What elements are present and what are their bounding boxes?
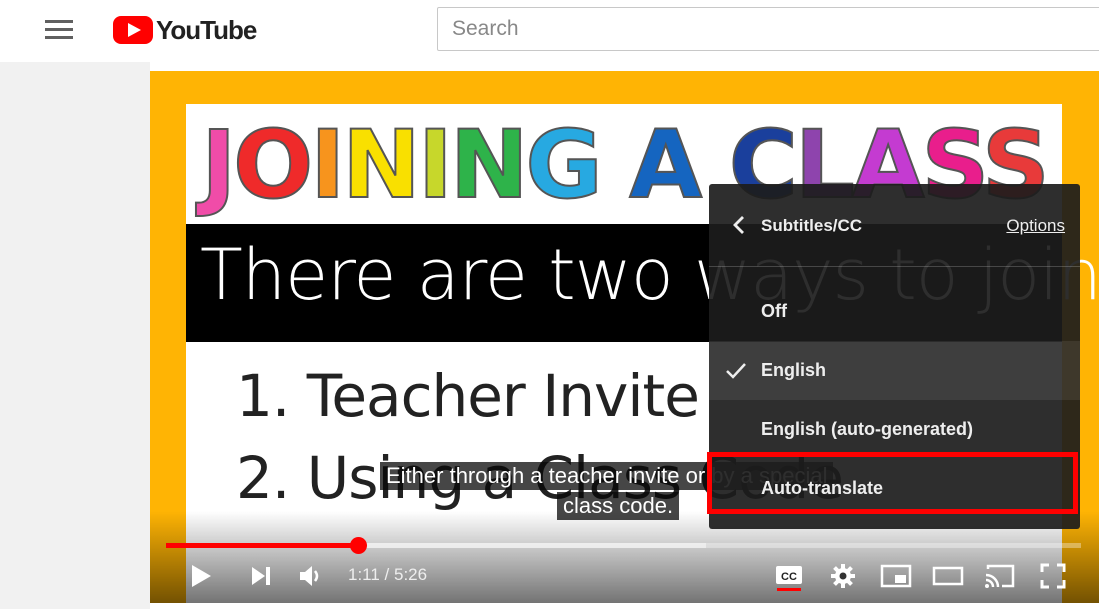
slide-title-letter: I bbox=[417, 110, 454, 221]
menu-icon[interactable] bbox=[45, 20, 73, 40]
cast-button[interactable] bbox=[982, 559, 1018, 593]
svg-text:CC: CC bbox=[781, 571, 797, 583]
masthead: YouTube bbox=[0, 0, 1099, 62]
slide-title-letter: N bbox=[341, 110, 422, 221]
menu-item-label: Off bbox=[761, 301, 787, 321]
subtitles-button[interactable]: CC bbox=[772, 559, 806, 593]
slide-title-letter: N bbox=[449, 110, 530, 221]
search-input[interactable] bbox=[437, 7, 1099, 51]
menu-item-off[interactable]: Off bbox=[709, 282, 1080, 341]
chevron-left-icon[interactable] bbox=[729, 214, 751, 236]
youtube-logo[interactable]: YouTube bbox=[113, 14, 257, 45]
fullscreen-button[interactable] bbox=[1036, 559, 1070, 593]
play-icon bbox=[192, 565, 211, 587]
slide-title-letter: G bbox=[524, 110, 603, 221]
menu-item-auto-translate[interactable]: Auto-translate bbox=[709, 459, 1080, 518]
left-gutter bbox=[0, 62, 150, 609]
play-button[interactable] bbox=[186, 559, 216, 593]
menu-item-english-auto-generated[interactable]: English (auto-generated) bbox=[709, 400, 1080, 459]
next-button[interactable] bbox=[246, 559, 276, 593]
slide-title-letter: A bbox=[628, 110, 703, 221]
progress-played bbox=[166, 543, 359, 548]
cc-icon: CC bbox=[776, 566, 802, 591]
menu-header: Subtitles/CC Options bbox=[709, 184, 1080, 267]
subtitles-settings-menu: Subtitles/CC Options Off English English… bbox=[709, 184, 1080, 529]
volume-button[interactable] bbox=[296, 559, 326, 593]
slide-title-letter: O bbox=[232, 110, 314, 221]
youtube-logo-icon bbox=[113, 16, 153, 44]
fullscreen-icon bbox=[1040, 563, 1066, 589]
menu-item-label: English (auto-generated) bbox=[761, 419, 974, 439]
cast-icon bbox=[985, 564, 1015, 588]
menu-options-link[interactable]: Options bbox=[1006, 216, 1065, 236]
menu-item-english[interactable]: English bbox=[709, 341, 1080, 400]
next-icon bbox=[252, 567, 270, 585]
menu-item-label: English bbox=[761, 360, 827, 380]
slide-title-letter: J bbox=[200, 110, 237, 221]
slide-title-letter: I bbox=[309, 110, 346, 221]
checkmark-icon bbox=[726, 363, 746, 379]
volume-icon bbox=[300, 566, 319, 586]
miniplayer-button[interactable] bbox=[878, 559, 914, 593]
caption-line-2: class code. bbox=[557, 492, 680, 520]
theater-mode-icon bbox=[932, 566, 964, 586]
theater-mode-button[interactable] bbox=[930, 559, 966, 593]
settings-gear-icon bbox=[831, 564, 855, 588]
progress-scrubber[interactable] bbox=[350, 537, 368, 554]
video-player[interactable]: JOINING A CLASS There are two ways to jo… bbox=[150, 71, 1099, 603]
menu-title[interactable]: Subtitles/CC bbox=[761, 216, 862, 236]
time-display: 1:11 / 5:26 bbox=[348, 565, 428, 584]
slide-list-item-1: 1. Teacher Invite bbox=[236, 362, 700, 430]
slide-title-letter bbox=[600, 111, 630, 220]
settings-button[interactable] bbox=[826, 559, 860, 593]
progress-bar[interactable] bbox=[166, 537, 1081, 554]
youtube-logo-text: YouTube bbox=[156, 14, 257, 45]
miniplayer-icon bbox=[880, 564, 912, 588]
menu-item-label: Auto-translate bbox=[761, 478, 884, 498]
